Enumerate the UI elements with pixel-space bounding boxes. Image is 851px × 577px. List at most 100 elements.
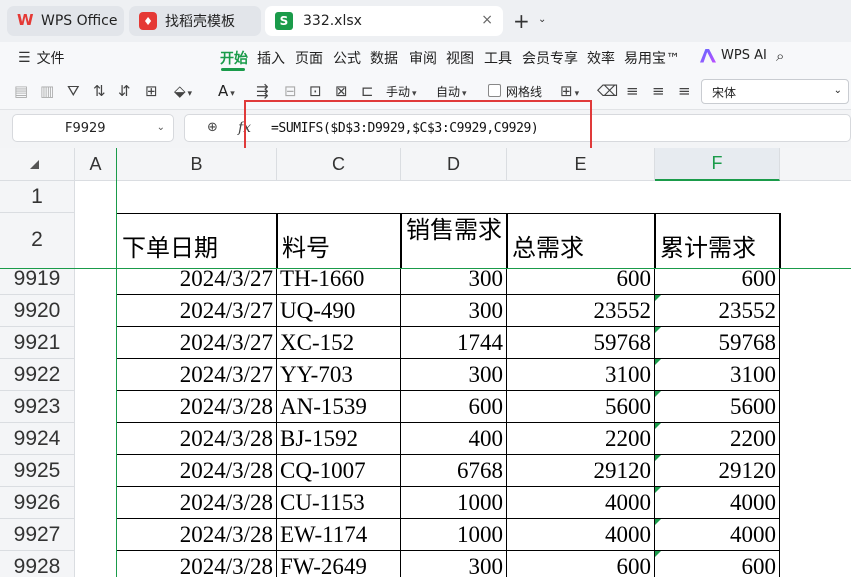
cell-total-demand[interactable]: 5600 — [507, 391, 655, 423]
cell-sales-demand[interactable]: 300 — [401, 359, 507, 391]
cell-sales-demand[interactable]: 1000 — [401, 487, 507, 519]
cell-sales-demand[interactable]: 300 — [401, 295, 507, 327]
sort-descending-icon[interactable]: ⇵ — [118, 82, 131, 100]
chevron-down-icon[interactable]: ⌄ — [538, 14, 546, 25]
cell-total-demand[interactable]: 3100 — [507, 359, 655, 391]
auto-calc-dropdown[interactable]: 自动 ▾ — [436, 83, 467, 100]
cell-total-demand[interactable]: 23552 — [507, 295, 655, 327]
font-color-icon[interactable]: A ▾ — [218, 82, 235, 100]
tab-tools[interactable]: 工具 — [484, 48, 512, 68]
row-header[interactable]: 9920 — [0, 295, 75, 327]
cell-part-number[interactable]: XC-152 — [277, 327, 401, 359]
column-header-f[interactable]: F — [655, 148, 780, 181]
column-header-d[interactable]: D — [401, 148, 507, 181]
merge-cells-icon[interactable]: ⊟ — [284, 82, 297, 100]
cell-cumulative-demand[interactable]: 2200 — [655, 423, 780, 455]
cell-order-date[interactable]: 2024/3/28 — [116, 487, 277, 519]
cell-order-date[interactable]: 2024/3/27 — [116, 295, 277, 327]
zoom-icon[interactable]: ⊕ — [207, 120, 218, 135]
cell-cumulative-demand[interactable]: 5600 — [655, 391, 780, 423]
tab-data[interactable]: 数据 — [370, 48, 398, 68]
align-left-icon[interactable]: ≡ — [626, 82, 639, 100]
row-header[interactable]: 9927 — [0, 519, 75, 551]
row-header[interactable]: 9923 — [0, 391, 75, 423]
gridlines-checkbox[interactable] — [488, 84, 501, 97]
fill-color-icon[interactable]: ⬙ ▾ — [174, 82, 192, 100]
row-header[interactable]: 2 — [0, 213, 75, 268]
header-total-demand[interactable]: 总需求 — [507, 228, 584, 263]
row-height-icon[interactable]: ⊡ — [309, 82, 322, 100]
cell-cumulative-demand[interactable]: 4000 — [655, 487, 780, 519]
cell-order-date[interactable]: 2024/3/28 — [116, 391, 277, 423]
manual-calc-dropdown[interactable]: 手动 ▾ — [386, 83, 417, 100]
cell-cumulative-demand[interactable]: 23552 — [655, 295, 780, 327]
cell-order-date[interactable]: 2024/3/27 — [116, 359, 277, 391]
tab-home[interactable]: 开始 — [220, 48, 248, 68]
row-header[interactable]: 9922 — [0, 359, 75, 391]
tab-review[interactable]: 审阅 — [409, 48, 437, 68]
row-header[interactable]: 9926 — [0, 487, 75, 519]
cell-order-date[interactable]: 2024/3/28 — [116, 423, 277, 455]
paste-icon[interactable]: ▤ — [14, 82, 28, 100]
header-sales-demand[interactable]: 销售需求 — [401, 216, 505, 268]
close-icon[interactable]: × — [481, 12, 493, 28]
header-part-number[interactable]: 料号 — [277, 228, 330, 263]
column-header-e[interactable]: E — [507, 148, 655, 181]
format-painter-icon[interactable]: ▥ — [40, 82, 54, 100]
column-width-icon[interactable]: ⊠ — [335, 82, 348, 100]
cell-sales-demand[interactable]: 1000 — [401, 519, 507, 551]
tab-insert[interactable]: 插入 — [257, 48, 285, 68]
search-icon[interactable]: ⌕ — [776, 47, 784, 65]
align-right-icon[interactable]: ≡ — [678, 82, 691, 100]
cell-part-number[interactable]: AN-1539 — [277, 391, 401, 423]
header-order-date[interactable]: 下单日期 — [117, 228, 218, 263]
tab-active-file[interactable]: S 332.xlsx × — [265, 6, 503, 36]
tab-efficiency[interactable]: 效率 — [587, 48, 615, 68]
align-center-icon[interactable]: ≡ — [652, 82, 665, 100]
column-header-c[interactable]: C — [277, 148, 401, 181]
cell-total-demand[interactable]: 600 — [507, 551, 655, 577]
cell-cumulative-demand[interactable]: 4000 — [655, 519, 780, 551]
column-header-b[interactable]: B — [117, 148, 277, 181]
row-header[interactable]: 9925 — [0, 455, 75, 487]
cell-cumulative-demand[interactable]: 3100 — [655, 359, 780, 391]
tab-view[interactable]: 视图 — [446, 48, 474, 68]
cell-part-number[interactable]: FW-2649 — [277, 551, 401, 577]
cell-order-date[interactable]: 2024/3/28 — [116, 519, 277, 551]
new-tab-button[interactable]: + — [513, 9, 530, 33]
row-header[interactable]: 9924 — [0, 423, 75, 455]
table-style-icon[interactable]: ⊞ ▾ — [560, 82, 579, 100]
cell-total-demand[interactable]: 2200 — [507, 423, 655, 455]
sort-ascending-icon[interactable]: ⇅ — [93, 82, 106, 100]
cell-sales-demand[interactable]: 400 — [401, 423, 507, 455]
cell-part-number[interactable]: YY-703 — [277, 359, 401, 391]
cell-order-date[interactable]: 2024/3/27 — [116, 327, 277, 359]
wrap-text-icon[interactable]: ⇶ — [256, 82, 269, 100]
cell-sales-demand[interactable]: 600 — [401, 391, 507, 423]
cell-part-number[interactable]: BJ-1592 — [277, 423, 401, 455]
cell-part-number[interactable]: CU-1153 — [277, 487, 401, 519]
cell-cumulative-demand[interactable]: 29120 — [655, 455, 780, 487]
cell-cumulative-demand[interactable]: 59768 — [655, 327, 780, 359]
cell-cumulative-demand[interactable]: 600 — [655, 551, 780, 577]
cell-total-demand[interactable]: 4000 — [507, 519, 655, 551]
header-cumulative-demand[interactable]: 累计需求 — [655, 228, 756, 263]
tab-wps-office[interactable]: WPS Office — [7, 6, 124, 36]
border-icon[interactable]: ⊞ — [145, 82, 158, 100]
cell-part-number[interactable]: UQ-490 — [277, 295, 401, 327]
cell-sales-demand[interactable]: 6768 — [401, 455, 507, 487]
select-all-corner[interactable] — [0, 148, 75, 181]
cell-total-demand[interactable]: 59768 — [507, 327, 655, 359]
spreadsheet-grid[interactable]: A B C D E F 1 2 下单日期 料号 销售需求 总需求 累计需求 99… — [0, 148, 851, 577]
wps-ai-button[interactable]: WPS AI — [700, 48, 767, 63]
font-family-select[interactable]: 宋体 ⌄ — [701, 79, 849, 104]
column-header-a[interactable]: A — [75, 148, 117, 181]
cell-total-demand[interactable]: 29120 — [507, 455, 655, 487]
tab-member[interactable]: 会员专享 — [522, 48, 578, 68]
row-header[interactable]: 1 — [0, 181, 75, 213]
cell-order-date[interactable]: 2024/3/28 — [116, 455, 277, 487]
tab-page[interactable]: 页面 — [295, 48, 323, 68]
row-header[interactable]: 9928 — [0, 551, 75, 577]
tab-formulas[interactable]: 公式 — [333, 48, 361, 68]
cell-total-demand[interactable]: 4000 — [507, 487, 655, 519]
